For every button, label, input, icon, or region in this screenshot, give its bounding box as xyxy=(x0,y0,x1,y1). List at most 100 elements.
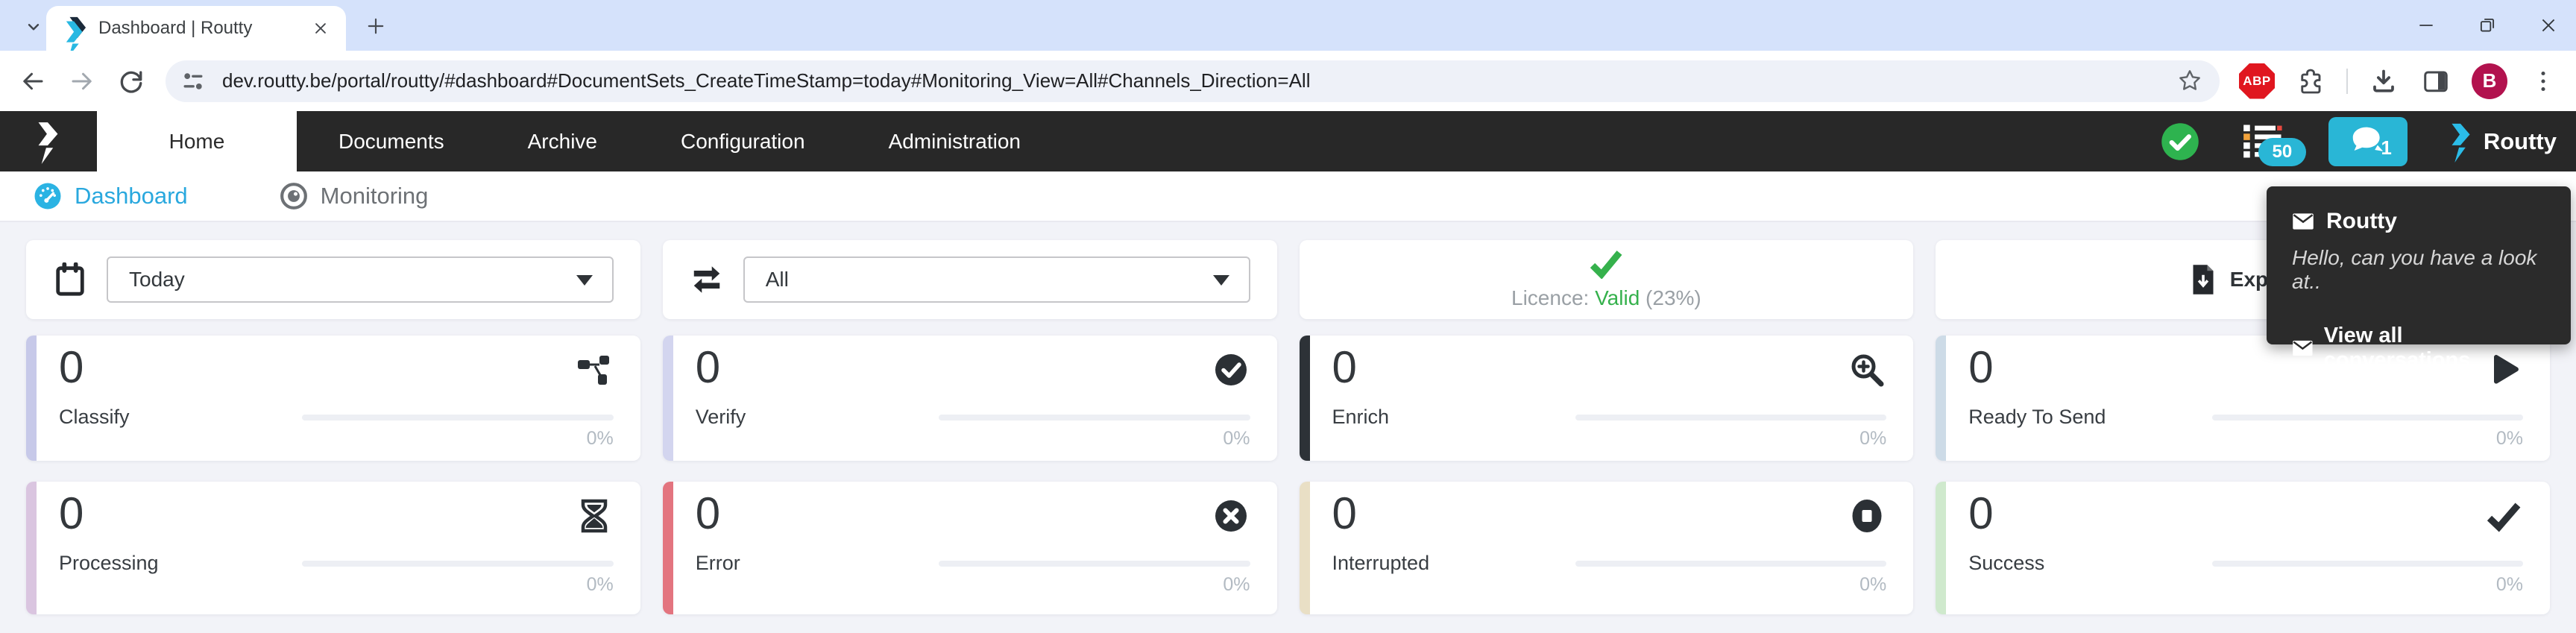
chat-popup: Routty Hello, can you have a look at.. V… xyxy=(2267,186,2571,344)
progress-bar xyxy=(1575,561,1886,567)
progress-bar xyxy=(1575,415,1886,421)
sitemap-icon xyxy=(576,352,612,388)
stat-percent: 0% xyxy=(587,574,614,596)
file-export-icon xyxy=(2190,263,2217,296)
calendar-icon xyxy=(53,262,87,297)
stat-percent: 0% xyxy=(587,428,614,450)
stat-label: Enrich xyxy=(1332,406,1390,429)
stat-percent: 0% xyxy=(1859,428,1886,450)
browser-tab[interactable]: Dashboard | Routty xyxy=(46,6,346,51)
stat-value: 0 xyxy=(1968,488,1993,539)
date-range-select[interactable]: Today xyxy=(107,256,614,303)
date-filter-card: Today xyxy=(26,240,640,319)
direction-filter-card: All xyxy=(663,240,1277,319)
envelope-icon xyxy=(2292,212,2314,231)
stat-card-verify[interactable]: 0 Verify 0% xyxy=(663,336,1277,461)
stat-label: Success xyxy=(1968,552,2044,575)
stop-circle-icon xyxy=(1849,498,1885,534)
chat-count-badge: 1 xyxy=(2381,136,2391,160)
profile-avatar[interactable]: B xyxy=(2472,63,2507,99)
toolbar-divider xyxy=(2346,69,2348,94)
menu-item-home[interactable]: Home xyxy=(97,111,297,171)
status-ok-check-icon[interactable] xyxy=(2160,122,2200,162)
licence-card: Licence: Valid (23%) xyxy=(1300,240,1914,319)
check-icon xyxy=(2486,498,2522,534)
url-text[interactable]: dev.routty.be/portal/routty/#dashboard#D… xyxy=(222,69,2178,92)
licence-status-value: Valid xyxy=(1595,286,1640,309)
stat-card-interrupted[interactable]: 0 Interrupted 0% xyxy=(1300,482,1914,614)
stat-percent: 0% xyxy=(2496,574,2523,596)
task-list-icon[interactable]: 50 xyxy=(2242,123,2287,160)
new-tab-button[interactable] xyxy=(362,13,389,40)
stat-value: 0 xyxy=(696,341,720,393)
stat-card-enrich[interactable]: 0 Enrich 0% xyxy=(1300,336,1914,461)
reload-button[interactable] xyxy=(115,65,148,98)
progress-bar xyxy=(939,415,1250,421)
menu-item-archive[interactable]: Archive xyxy=(486,111,639,171)
check-circle-icon xyxy=(1213,352,1249,388)
chat-button[interactable]: 1 xyxy=(2328,117,2407,166)
stat-card-processing[interactable]: 0 Processing 0% xyxy=(26,482,640,614)
monitoring-eye-icon xyxy=(279,181,309,211)
stat-card-error[interactable]: 0 Error 0% xyxy=(663,482,1277,614)
progress-bar xyxy=(302,415,613,421)
restore-button[interactable] xyxy=(2473,11,2501,40)
direction-select[interactable]: All xyxy=(743,256,1250,303)
site-info-icon[interactable] xyxy=(180,69,206,94)
task-count-badge: 50 xyxy=(2258,138,2306,166)
dashboard-gauge-icon xyxy=(33,181,63,211)
downloads-icon[interactable] xyxy=(2367,65,2400,98)
chat-popup-header[interactable]: Routty xyxy=(2292,209,2545,234)
adblock-extension-icon[interactable]: ABP xyxy=(2239,63,2275,99)
menu-item-configuration[interactable]: Configuration xyxy=(639,111,847,171)
stat-value: 0 xyxy=(59,341,84,393)
date-range-value: Today xyxy=(129,268,185,292)
stat-label: Error xyxy=(696,552,740,575)
tab-dashboard[interactable]: Dashboard xyxy=(33,181,188,211)
app-navbar: Home Documents Archive Configuration Adm… xyxy=(0,111,2576,171)
brand: Routty xyxy=(2449,121,2557,163)
side-panel-icon[interactable] xyxy=(2419,65,2452,98)
extensions-puzzle-icon[interactable] xyxy=(2294,65,2327,98)
stat-label: Ready To Send xyxy=(1968,406,2106,429)
view-all-conversations-link[interactable]: View all conversations xyxy=(2292,324,2545,373)
stat-percent: 0% xyxy=(1223,428,1250,450)
progress-bar xyxy=(939,561,1250,567)
stat-card-classify[interactable]: 0 Classify 0% xyxy=(26,336,640,461)
minimize-button[interactable] xyxy=(2412,11,2440,40)
browser-menu-kebab-icon[interactable] xyxy=(2527,65,2560,98)
licence-status-text: Licence: Valid (23%) xyxy=(1511,286,1701,310)
sub-navigation: Dashboard Monitoring xyxy=(0,171,2576,222)
menu-item-administration[interactable]: Administration xyxy=(847,111,1062,171)
x-circle-icon xyxy=(1213,498,1249,534)
tab-monitoring[interactable]: Monitoring xyxy=(279,181,429,211)
dropdown-caret-icon xyxy=(1213,275,1229,286)
tab-close-icon[interactable] xyxy=(309,16,333,40)
stat-percent: 0% xyxy=(2496,428,2523,450)
stat-label: Interrupted xyxy=(1332,552,1430,575)
menu-item-documents[interactable]: Documents xyxy=(297,111,486,171)
stat-value: 0 xyxy=(696,488,720,539)
tab-dashboard-label: Dashboard xyxy=(75,183,188,210)
hourglass-icon xyxy=(576,498,612,534)
stat-card-success[interactable]: 0 Success 0% xyxy=(1936,482,2550,614)
progress-bar xyxy=(2212,561,2523,567)
browser-toolbar: dev.routty.be/portal/routty/#dashboard#D… xyxy=(0,51,2576,111)
dropdown-caret-icon xyxy=(576,275,593,286)
routty-logo-icon[interactable] xyxy=(0,111,97,171)
back-button[interactable] xyxy=(16,65,49,98)
stat-value: 0 xyxy=(59,488,84,539)
dashboard-page: Today All Licence: Valid (23%) xyxy=(0,222,2576,633)
tab-search-chevron-icon[interactable] xyxy=(19,13,48,41)
routty-favicon-icon xyxy=(64,16,86,41)
stat-label: Verify xyxy=(696,406,746,429)
envelope-icon xyxy=(2292,338,2314,358)
stat-label: Classify xyxy=(59,406,130,429)
forward-button[interactable] xyxy=(66,65,98,98)
browser-window: Dashboard | Routty dev.routty.be/portal/… xyxy=(0,0,2576,633)
brand-name: Routty xyxy=(2484,128,2557,155)
bookmark-star-icon[interactable] xyxy=(2178,69,2203,94)
close-window-button[interactable] xyxy=(2534,11,2563,40)
progress-bar xyxy=(2212,415,2523,421)
address-bar[interactable]: dev.routty.be/portal/routty/#dashboard#D… xyxy=(166,60,2220,102)
